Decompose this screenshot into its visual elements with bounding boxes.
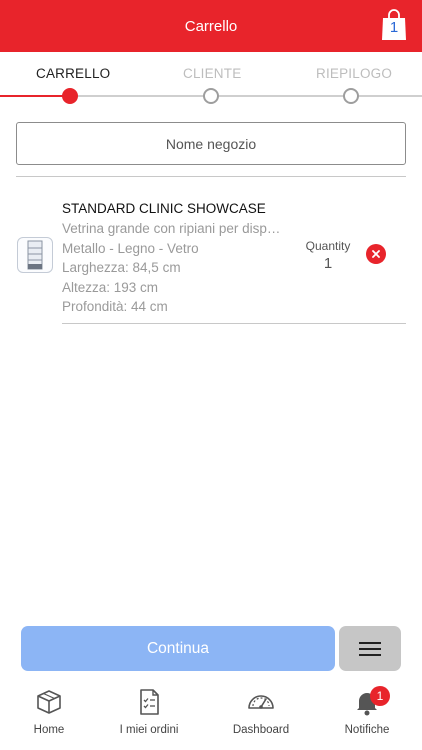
showcase-thumbnail-icon [27,240,43,270]
package-icon [37,690,61,714]
stepper-progress-line [0,95,70,97]
header-bar: Carrello 1 [0,0,422,52]
step-label-carrello[interactable]: CARRELLO [36,66,110,81]
store-name-input[interactable] [16,122,406,165]
cart-count-badge: 1 [389,19,399,36]
notification-badge: 1 [370,686,390,706]
orders-list-icon [140,689,159,715]
tab-label-notifications: Notifiche [344,724,390,736]
product-thumbnail [17,237,53,273]
item-divider [62,323,406,324]
tab-home[interactable]: Home [4,680,94,750]
continue-button[interactable]: Continua [21,626,335,671]
cart-item: STANDARD CLINIC SHOWCASE Vetrina grande … [0,177,422,325]
tab-dashboard[interactable]: Dashboard [216,680,306,750]
close-icon [372,250,380,258]
item-description: Vetrina grande con ripiani per disp… [62,221,281,236]
quantity-label: Quantity [305,239,351,253]
tab-label-home: Home [33,724,65,736]
tab-bar: Home I miei ordini Dashboard 1 Notifiche [0,680,422,750]
checkout-stepper: CARRELLO CLIENTE RIEPILOGO [0,52,422,112]
item-name: STANDARD CLINIC SHOWCASE [62,201,266,216]
tab-notifications[interactable]: 1 Notifiche [322,680,412,750]
item-height: Altezza: 193 cm [62,279,159,295]
item-depth: Profondità: 44 cm [62,299,168,314]
cart-button[interactable]: 1 [380,8,408,42]
cart-screen: Carrello 1 CARRELLO CLIENTE RIEPILOGO No… [0,0,422,750]
stepper-track-line [70,95,422,97]
item-width: Larghezza: 84,5 cm [62,260,181,275]
gauge-icon [248,695,274,709]
quantity-value[interactable]: 1 [300,255,356,272]
tab-label-orders: I miei ordini [119,724,179,736]
item-details: STANDARD CLINIC SHOWCASE Vetrina grande … [62,199,294,317]
step-label-riepilogo[interactable]: RIEPILOGO [316,66,392,81]
tab-orders[interactable]: I miei ordini [104,680,194,750]
step-dot-carrello [62,88,78,104]
tab-label-dashboard: Dashboard [232,724,290,736]
remove-item-button[interactable] [366,244,386,264]
hamburger-icon [359,641,381,656]
step-dot-riepilogo [343,88,359,104]
step-dot-cliente [203,88,219,104]
step-label-cliente[interactable]: CLIENTE [183,66,241,81]
menu-button[interactable] [339,626,401,671]
page-title: Carrello [184,17,238,35]
item-materials: Metallo - Legno - Vetro [62,240,199,256]
